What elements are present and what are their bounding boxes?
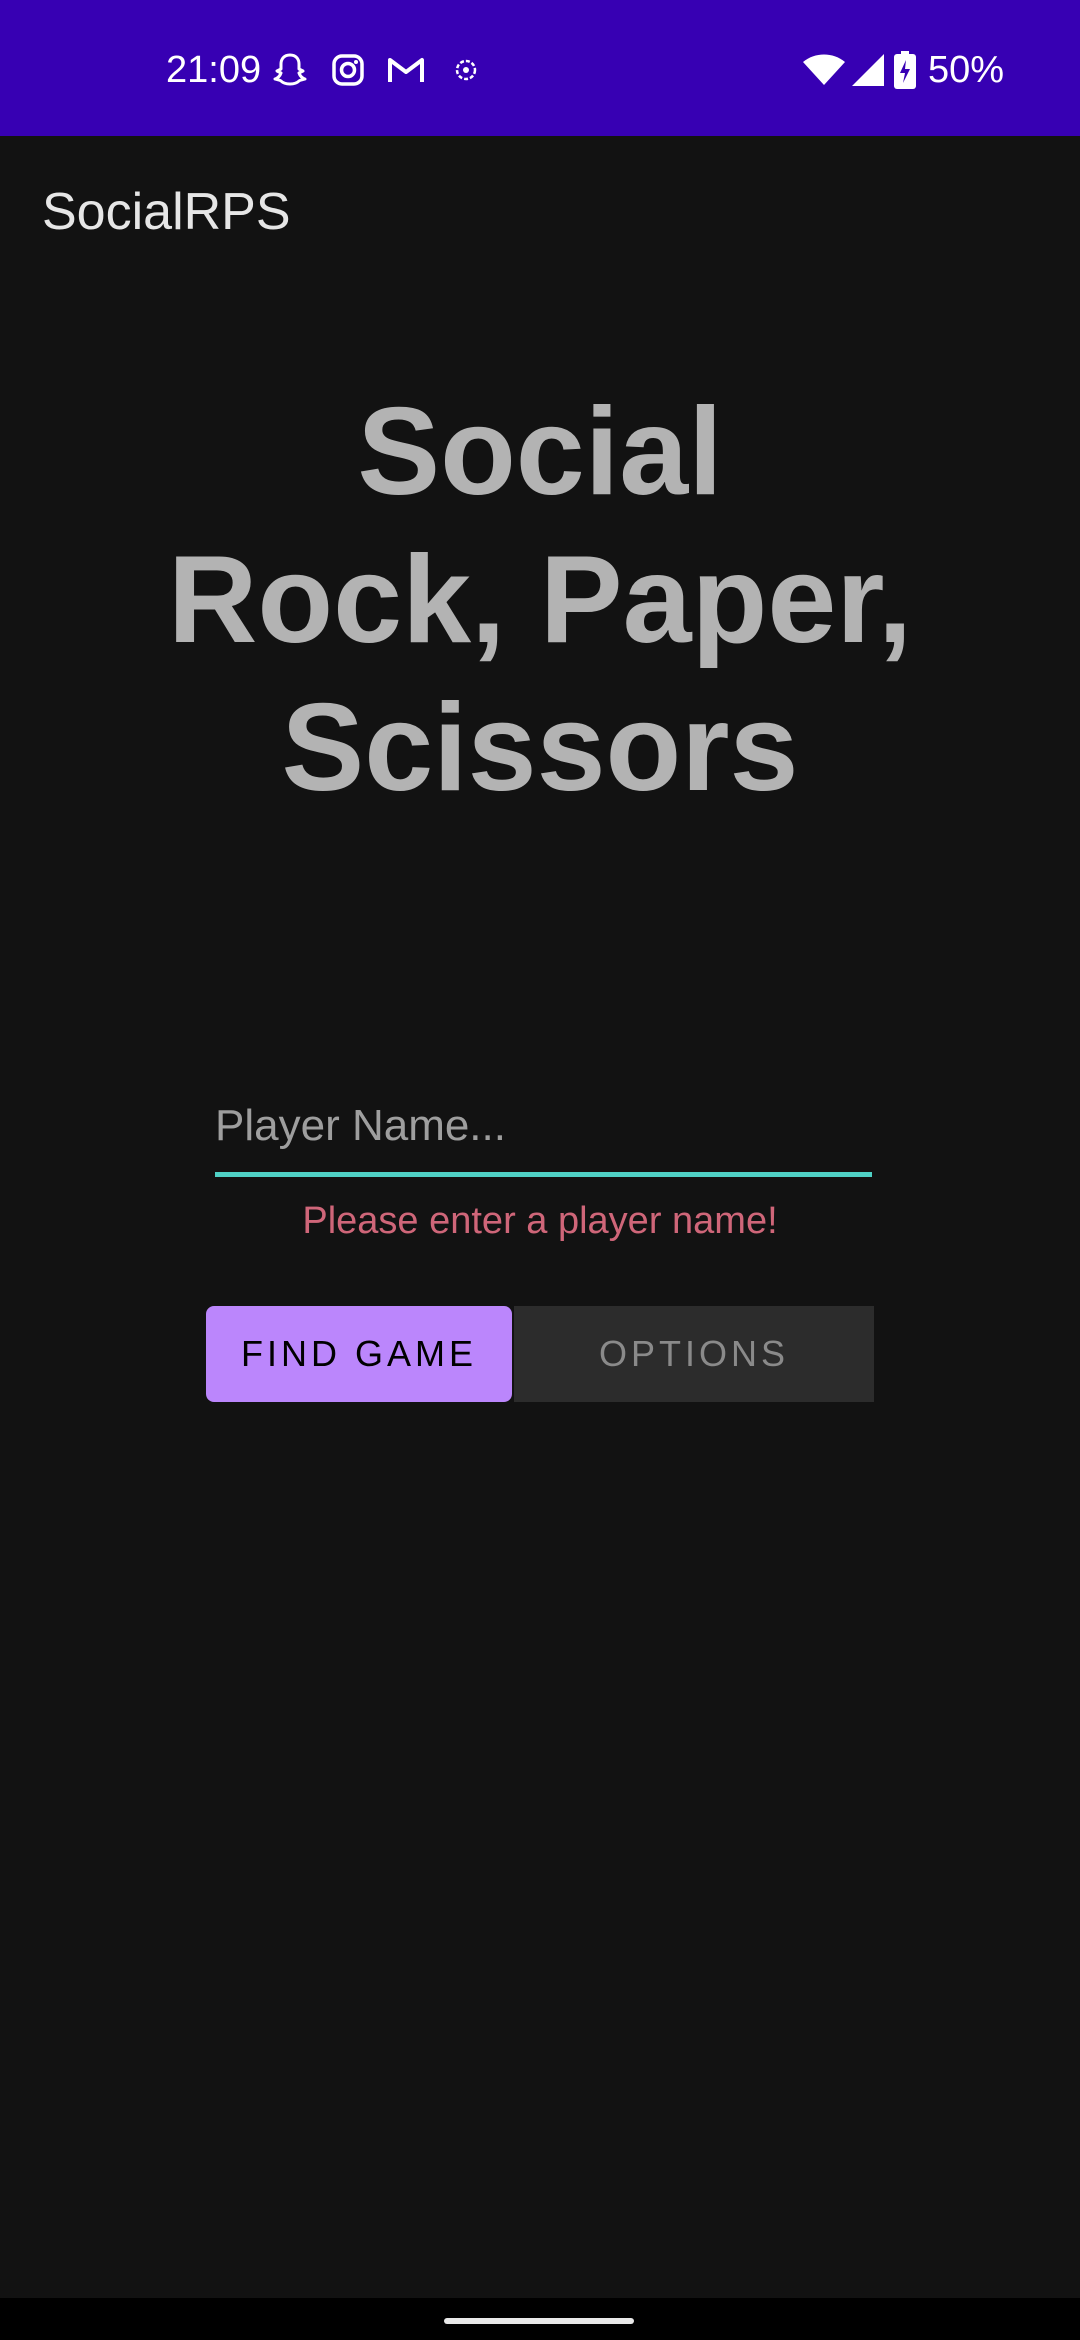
game-title-heading: Social Rock, Paper, Scissors	[0, 378, 1080, 822]
battery-charging-icon	[888, 48, 922, 92]
snapchat-icon	[268, 48, 312, 92]
heading-line-3: Scissors	[281, 679, 799, 817]
options-button[interactable]: OPTIONS	[514, 1306, 874, 1402]
app-title: SocialRPS	[42, 183, 291, 241]
home-gesture-handle[interactable]	[444, 2318, 634, 2324]
find-game-button[interactable]: FIND GAME	[206, 1306, 512, 1402]
status-time: 21:09	[166, 49, 262, 91]
player-name-input[interactable]	[215, 1080, 872, 1177]
player-name-error: Please enter a player name!	[302, 1200, 778, 1242]
cellular-signal-icon	[846, 48, 890, 92]
main-screen: 21:09 50% SocialRPS Social Rock, Paper, …	[0, 0, 1080, 2340]
battery-percentage: 50%	[928, 49, 1005, 91]
instagram-icon	[326, 48, 370, 92]
gmail-icon	[384, 48, 428, 92]
wifi-icon	[800, 48, 848, 92]
heading-line-1: Social	[357, 383, 723, 521]
heading-line-2: Rock, Paper,	[167, 531, 913, 669]
navigation-bar	[0, 2298, 1080, 2340]
pokeball-icon	[444, 48, 488, 92]
status-bar: 21:09 50%	[0, 0, 1080, 136]
